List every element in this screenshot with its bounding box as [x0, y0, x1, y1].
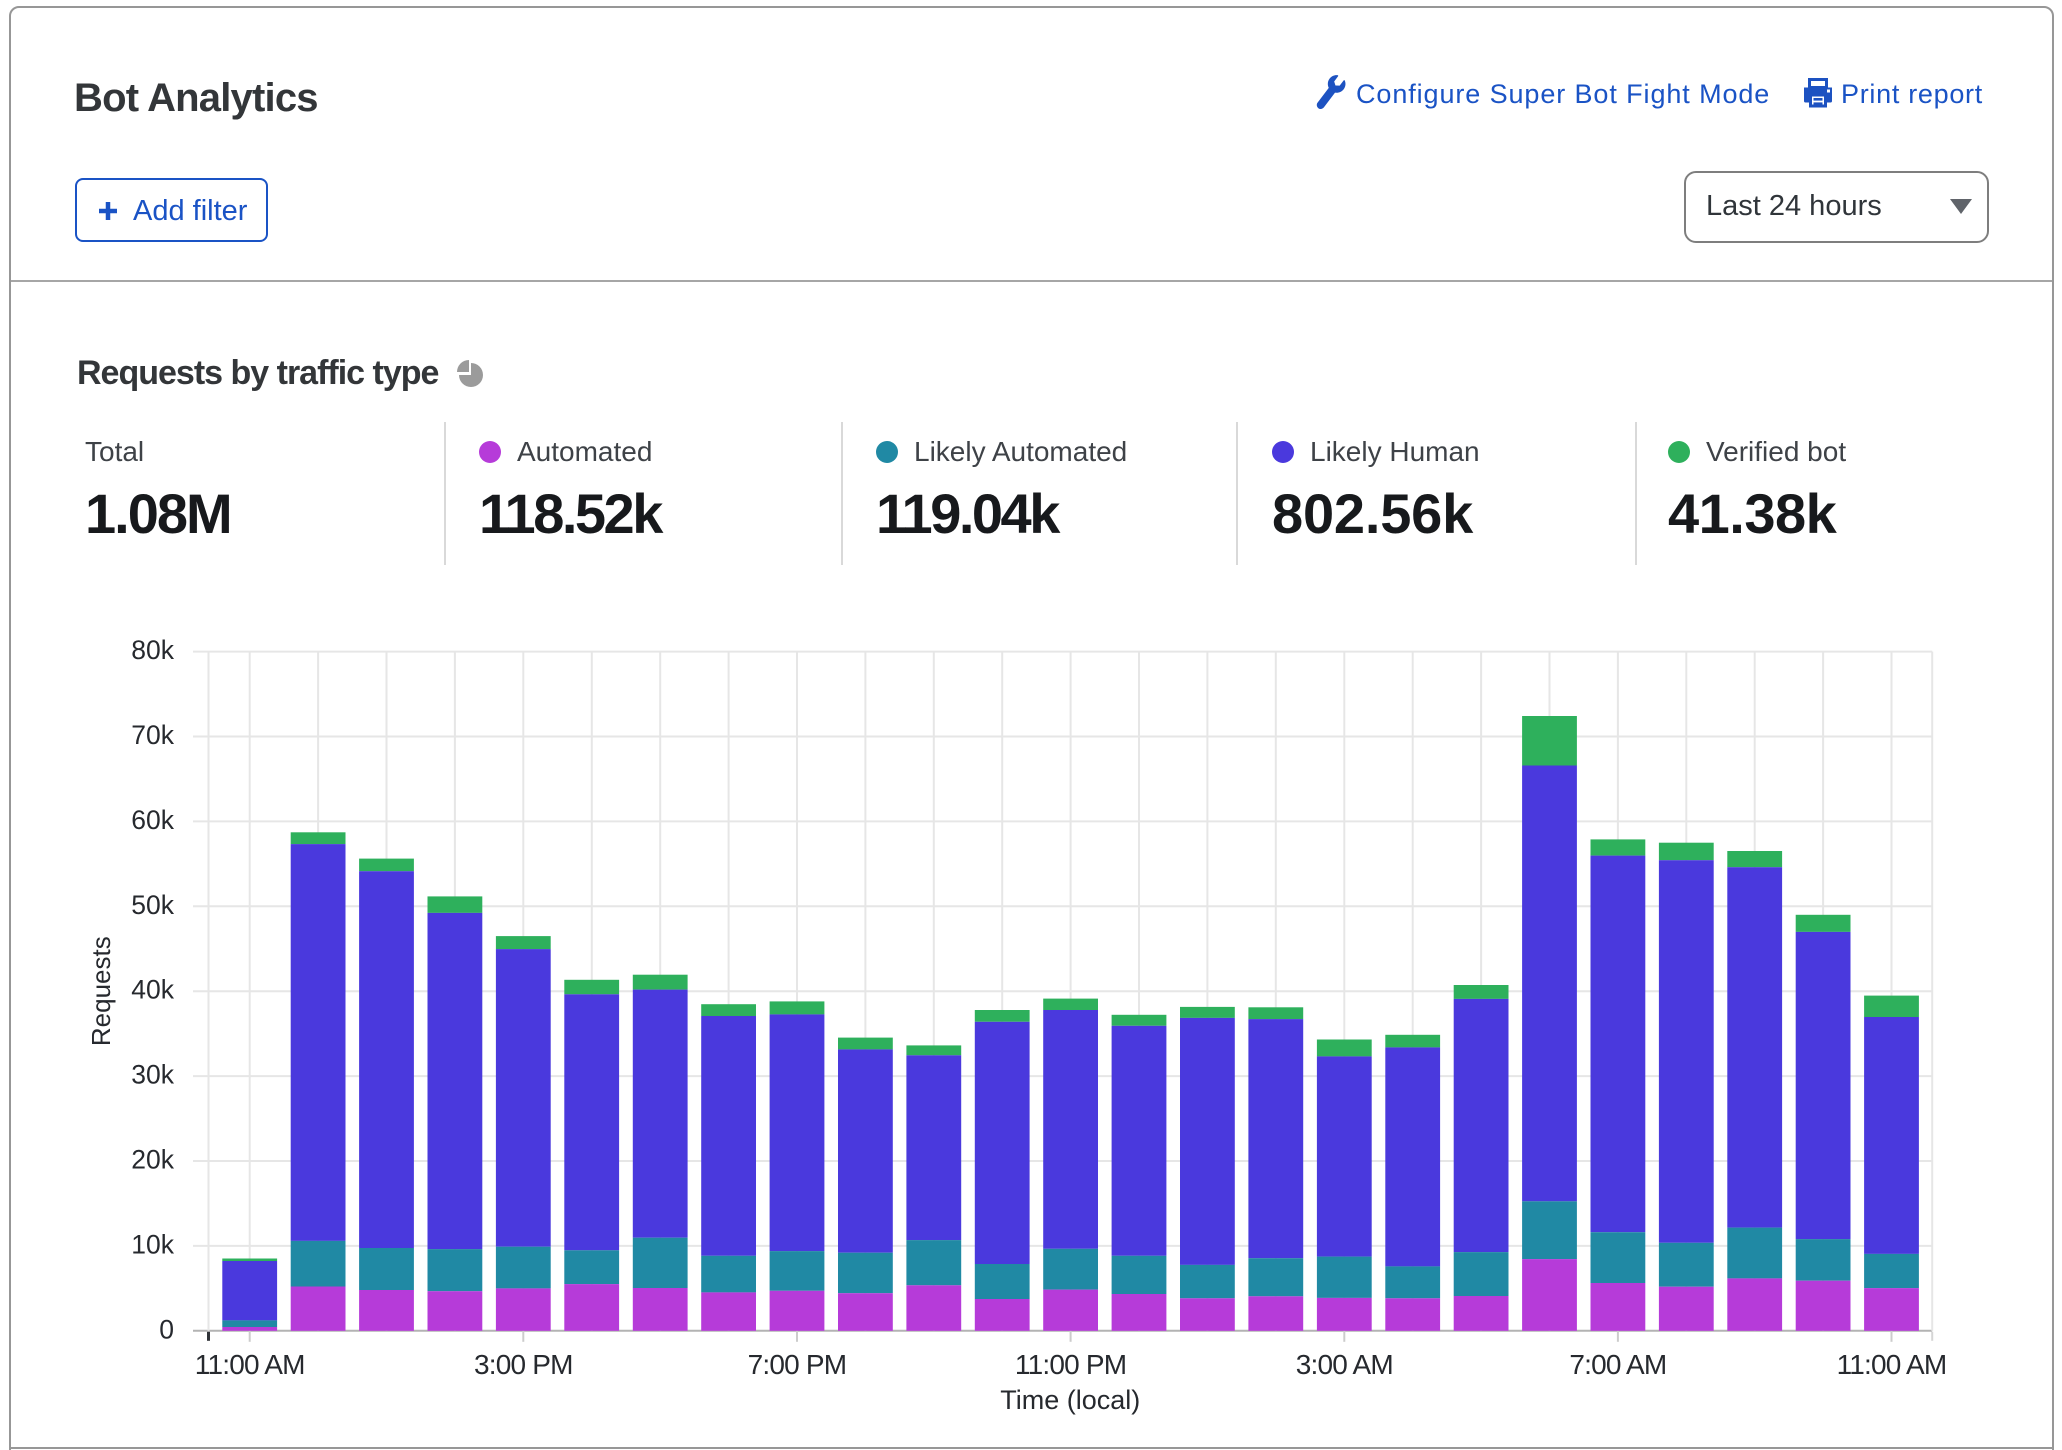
svg-text:7:00 AM: 7:00 AM: [1569, 1349, 1666, 1380]
svg-text:11:00 PM: 11:00 PM: [1015, 1349, 1126, 1380]
svg-text:40k: 40k: [131, 975, 174, 1005]
svg-text:80k: 80k: [131, 635, 174, 665]
svg-text:7:00 PM: 7:00 PM: [748, 1349, 847, 1380]
svg-text:10k: 10k: [131, 1229, 174, 1259]
svg-text:11:00 AM: 11:00 AM: [1837, 1349, 1947, 1380]
svg-text:11:00 AM: 11:00 AM: [195, 1349, 305, 1380]
svg-text:60k: 60k: [131, 805, 174, 835]
svg-text:0: 0: [159, 1314, 174, 1344]
svg-text:3:00 AM: 3:00 AM: [1296, 1349, 1393, 1380]
svg-text:50k: 50k: [131, 890, 174, 920]
svg-text:70k: 70k: [131, 720, 174, 750]
svg-text:Time (local): Time (local): [1000, 1385, 1140, 1415]
svg-text:Requests: Requests: [86, 936, 116, 1046]
svg-text:30k: 30k: [131, 1060, 174, 1090]
svg-text:20k: 20k: [131, 1145, 174, 1175]
svg-text:3:00 PM: 3:00 PM: [474, 1349, 573, 1380]
